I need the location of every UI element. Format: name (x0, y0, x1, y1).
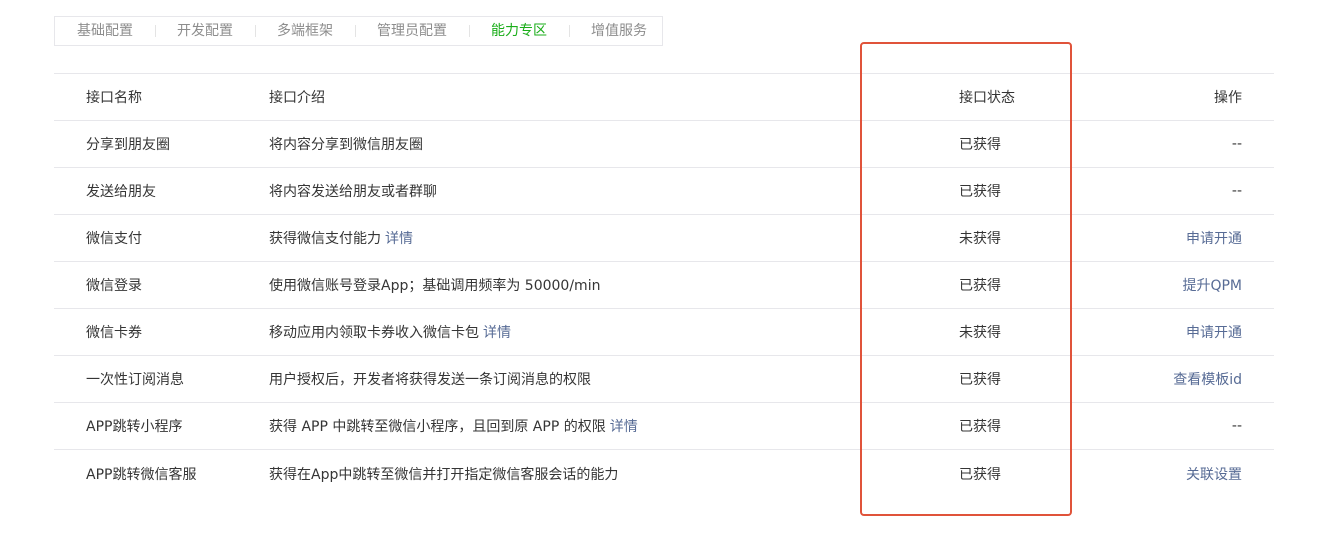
row-desc-text: 获得 APP 中跳转至微信小程序，且回到原 APP 的权限 (269, 419, 606, 435)
row-desc: 用户授权后，开发者将获得发送一条订阅消息的权限 (269, 356, 591, 402)
row-desc-text: 用户授权后，开发者将获得发送一条订阅消息的权限 (269, 372, 591, 388)
table-row: 发送给朋友 将内容发送给朋友或者群聊 已获得 -- (54, 168, 1274, 215)
row-desc: 使用微信账号登录App；基础调用频率为 50000/min (269, 262, 600, 308)
tab-dev-config[interactable]: 开发配置 (155, 16, 255, 46)
table-row: 微信支付 获得微信支付能力 详情 未获得 申请开通 (54, 215, 1274, 262)
detail-link[interactable]: 详情 (385, 228, 413, 248)
table-row: 一次性订阅消息 用户授权后，开发者将获得发送一条订阅消息的权限 已获得 查看模板… (54, 356, 1274, 403)
header-op: 操作 (1214, 90, 1242, 106)
tab-value-added-services[interactable]: 增值服务 (569, 16, 669, 46)
detail-link[interactable]: 详情 (483, 322, 511, 342)
row-desc: 获得在App中跳转至微信并打开指定微信客服会话的能力 (269, 450, 618, 497)
table-row: 微信卡券 移动应用内领取卡券收入微信卡包 详情 未获得 申请开通 (54, 309, 1274, 356)
row-status: 已获得 (959, 419, 1001, 435)
row-name: 发送给朋友 (86, 184, 156, 200)
row-desc-text: 移动应用内领取卡券收入微信卡包 (269, 325, 479, 341)
row-name: 微信卡券 (86, 325, 142, 341)
row-status: 已获得 (959, 466, 1001, 483)
row-op-none: -- (1231, 183, 1242, 199)
row-op-none: -- (1231, 418, 1242, 434)
tab-admin-config[interactable]: 管理员配置 (355, 16, 469, 46)
raise-qpm-link[interactable]: 提升QPM (1182, 262, 1242, 308)
row-status: 已获得 (959, 184, 1001, 200)
apply-open-link[interactable]: 申请开通 (1186, 215, 1242, 261)
row-desc-text: 使用微信账号登录App；基础调用频率为 50000/min (269, 278, 601, 294)
row-desc: 将内容发送给朋友或者群聊 (269, 168, 437, 214)
row-op-none: -- (1231, 136, 1242, 152)
header-name: 接口名称 (86, 90, 142, 106)
row-desc-text: 将内容分享到微信朋友圈 (269, 137, 423, 153)
row-name: APP跳转微信客服 (86, 466, 197, 483)
row-status: 已获得 (959, 137, 1001, 153)
row-name: 分享到朋友圈 (86, 137, 170, 153)
row-name: APP跳转小程序 (86, 419, 183, 435)
row-status: 未获得 (959, 231, 1001, 247)
row-desc: 获得 APP 中跳转至微信小程序，且回到原 APP 的权限 详情 (269, 403, 638, 449)
header-desc: 接口介绍 (269, 90, 325, 106)
table-header-row: 接口名称 接口介绍 接口状态 操作 (54, 74, 1274, 121)
row-desc: 将内容分享到微信朋友圈 (269, 121, 423, 167)
detail-link[interactable]: 详情 (610, 416, 638, 436)
row-status: 已获得 (959, 278, 1001, 294)
row-desc: 获得微信支付能力 详情 (269, 215, 413, 261)
tab-bar: 基础配置 开发配置 多端框架 管理员配置 能力专区 增值服务 (54, 16, 663, 46)
table-row: APP跳转微信客服 获得在App中跳转至微信并打开指定微信客服会话的能力 已获得… (54, 450, 1274, 497)
tab-basic-config[interactable]: 基础配置 (55, 16, 155, 46)
header-status: 接口状态 (959, 90, 1015, 106)
row-desc-text: 将内容发送给朋友或者群聊 (269, 184, 437, 200)
tab-multi-framework[interactable]: 多端框架 (255, 16, 355, 46)
row-name: 一次性订阅消息 (86, 372, 184, 388)
api-table: 接口名称 接口介绍 接口状态 操作 分享到朋友圈 将内容分享到微信朋友圈 已获得… (54, 73, 1274, 497)
tab-capabilities[interactable]: 能力专区 (469, 16, 569, 46)
row-name: 微信支付 (86, 231, 142, 247)
table-row: 微信登录 使用微信账号登录App；基础调用频率为 50000/min 已获得 提… (54, 262, 1274, 309)
link-settings-link[interactable]: 关联设置 (1186, 450, 1242, 497)
apply-open-link[interactable]: 申请开通 (1186, 309, 1242, 355)
row-name: 微信登录 (86, 278, 142, 294)
table-row: APP跳转小程序 获得 APP 中跳转至微信小程序，且回到原 APP 的权限 详情… (54, 403, 1274, 450)
row-status: 未获得 (959, 325, 1001, 341)
view-template-id-link[interactable]: 查看模板id (1173, 356, 1242, 402)
row-desc: 移动应用内领取卡券收入微信卡包 详情 (269, 309, 511, 355)
table-row: 分享到朋友圈 将内容分享到微信朋友圈 已获得 -- (54, 121, 1274, 168)
row-status: 已获得 (959, 372, 1001, 388)
row-desc-text: 获得微信支付能力 (269, 231, 381, 247)
row-desc-text: 获得在App中跳转至微信并打开指定微信客服会话的能力 (269, 466, 619, 483)
